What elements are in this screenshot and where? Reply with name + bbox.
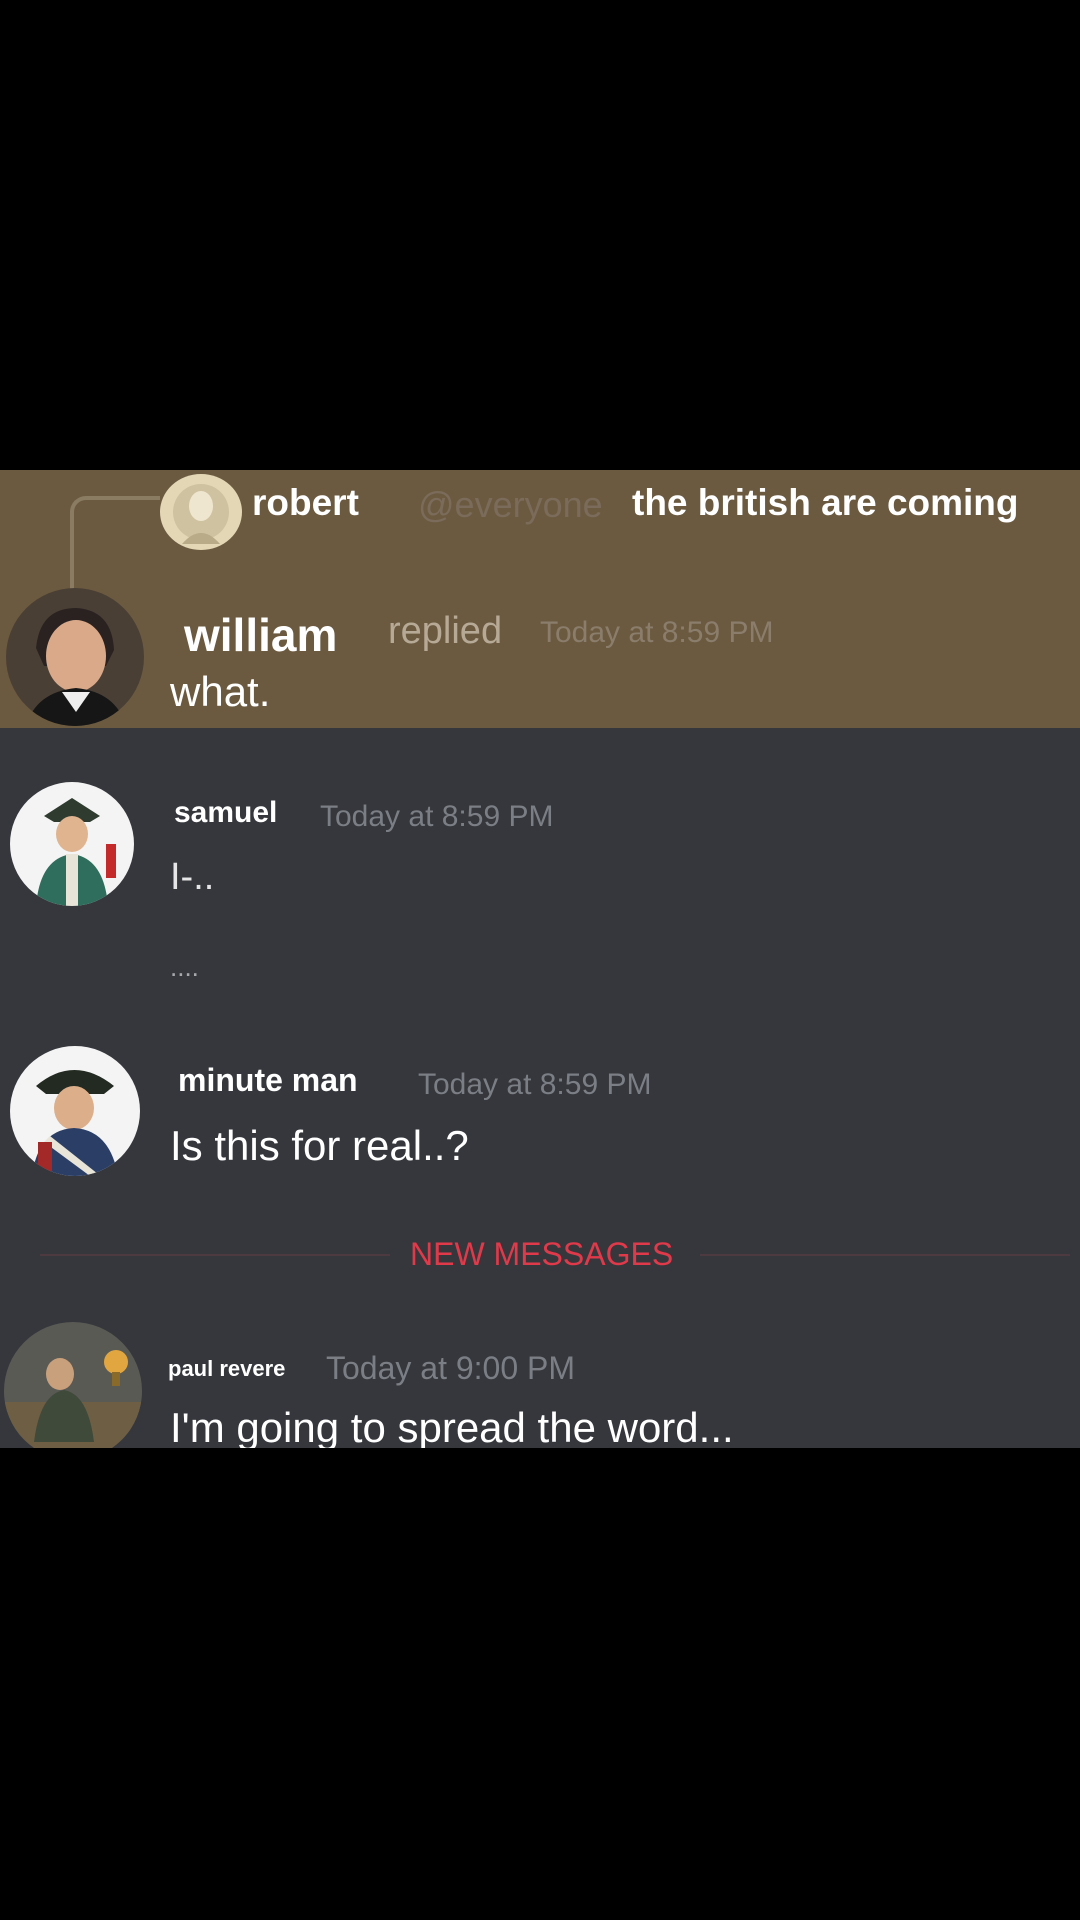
message-author[interactable]: minute man xyxy=(178,1062,358,1099)
message-timestamp: Today at 8:59 PM xyxy=(540,616,774,649)
message-timestamp: Today at 9:00 PM xyxy=(326,1350,576,1386)
paul-revere-avatar[interactable] xyxy=(4,1322,142,1448)
message-author[interactable]: william xyxy=(184,608,337,662)
new-messages-divider-label: NEW MESSAGES xyxy=(410,1236,674,1272)
samuel-soldier-icon xyxy=(10,782,134,906)
paul-revere-painting-icon xyxy=(4,1322,142,1448)
william-portrait-icon xyxy=(6,588,144,726)
message-text: I-.. xyxy=(170,856,215,898)
minute-man-soldier-icon xyxy=(10,1046,140,1176)
everyone-mention[interactable]: @everyone xyxy=(418,484,603,526)
message-timestamp: Today at 8:59 PM xyxy=(418,1068,652,1101)
message-text: .... xyxy=(170,952,199,982)
message-author[interactable]: paul revere xyxy=(168,1356,285,1382)
message-author[interactable]: samuel xyxy=(174,796,277,830)
new-messages-divider-right xyxy=(700,1254,1070,1256)
robert-portrait-icon xyxy=(160,474,242,550)
message-text: Is this for real..? xyxy=(170,1122,469,1169)
replied-tag: replied xyxy=(388,610,503,652)
message-text: what. xyxy=(170,668,271,715)
new-messages-divider-left xyxy=(40,1254,390,1256)
samuel-avatar[interactable] xyxy=(10,782,134,906)
minute-man-avatar[interactable] xyxy=(10,1046,140,1176)
reply-preview-text[interactable]: the british are coming xyxy=(632,482,1019,524)
message-text: I'm going to spread the word... xyxy=(170,1404,734,1448)
chat-panel: robert @everyone the british are coming … xyxy=(0,470,1080,1448)
william-avatar[interactable] xyxy=(6,588,144,726)
reply-author[interactable]: robert xyxy=(252,482,359,524)
robert-avatar[interactable] xyxy=(160,474,242,550)
message-timestamp: Today at 8:59 PM xyxy=(320,800,554,833)
